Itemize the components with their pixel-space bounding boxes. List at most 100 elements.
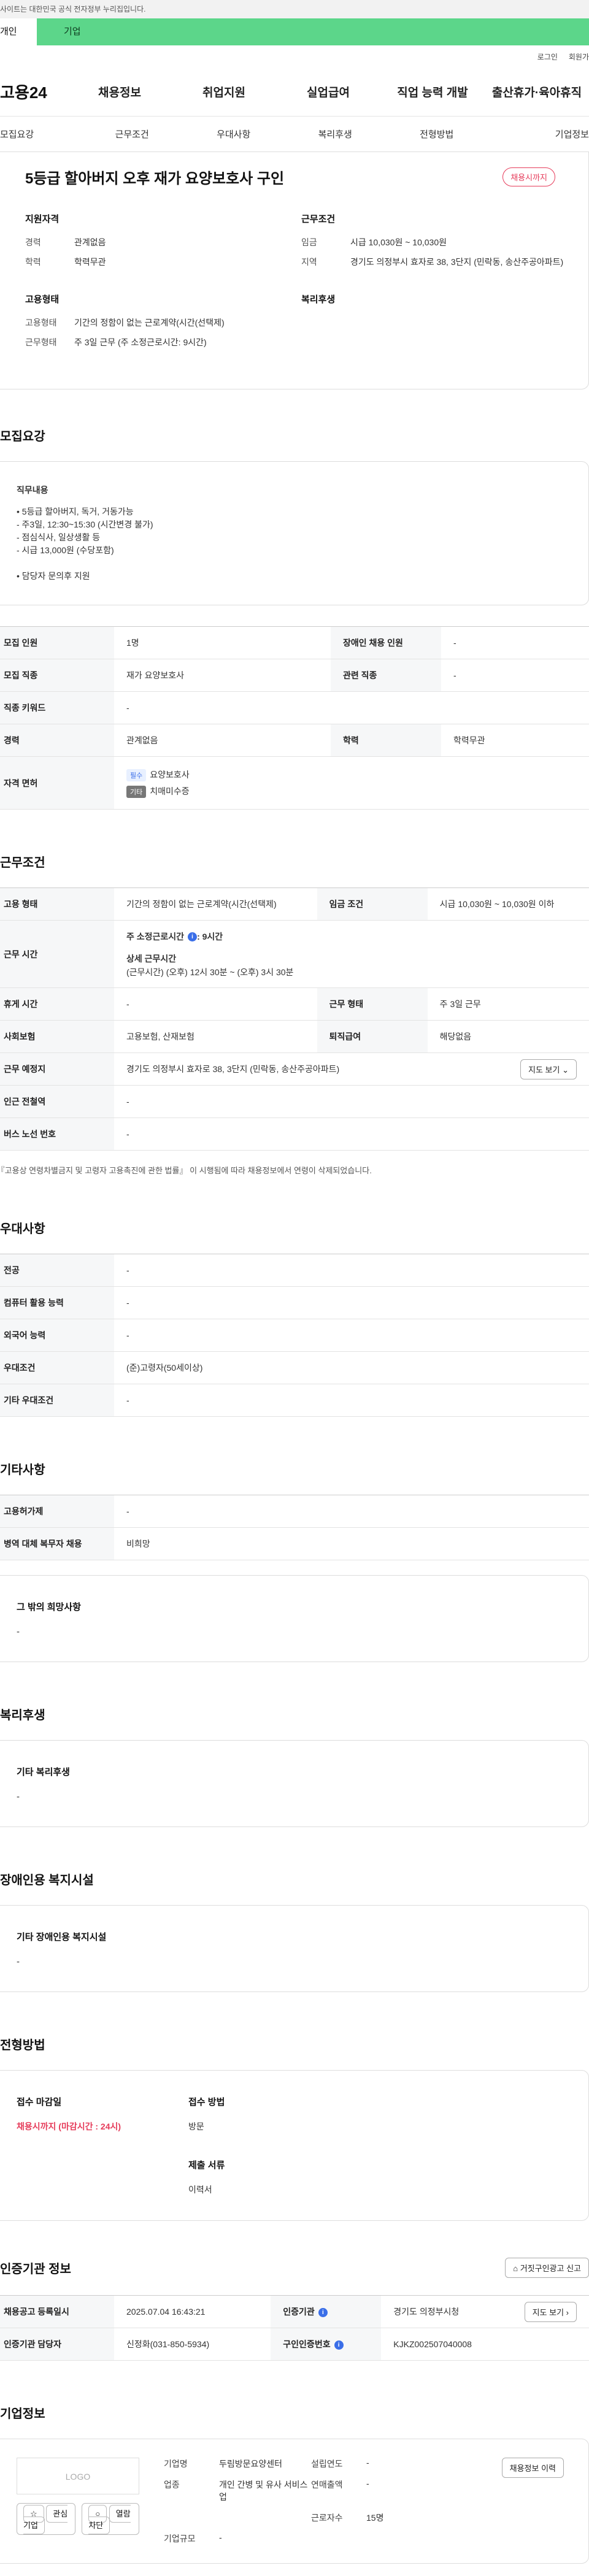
table-cell: - bbox=[114, 1117, 589, 1151]
info-value: 두림방문요양센터 bbox=[219, 2459, 283, 2469]
table-row: 채용공고 등록일시 2025.07.04 16:43:21 인증기관 i 경기도 … bbox=[0, 2295, 589, 2328]
summary-key: 임금 bbox=[301, 237, 317, 247]
report-false-ad-button[interactable]: ⌂ 거짓구인광고 신고 bbox=[505, 2258, 589, 2278]
table-cell: 관계없음 bbox=[114, 724, 331, 757]
summary-value: 시급 10,030원 ~ 10,030원 bbox=[350, 237, 447, 247]
info-value: - bbox=[219, 2532, 222, 2542]
table-cell: - bbox=[114, 987, 317, 1021]
other-wishes-card: 그 밖의 희망사항 - bbox=[0, 1575, 589, 1662]
table-header-cell: 사회보험 bbox=[0, 1020, 114, 1053]
summary-heading: 지원자격 bbox=[25, 214, 60, 224]
gnb-item-leave[interactable]: 출산휴가·육아휴직 bbox=[485, 83, 589, 100]
table-row: 인근 전철역 - bbox=[0, 1085, 589, 1118]
signup-link[interactable]: 회원가 bbox=[569, 52, 589, 62]
info-icon[interactable]: i bbox=[318, 2307, 328, 2317]
table-cell: - bbox=[114, 1254, 589, 1287]
map-button[interactable]: 지도 보기 ⌄ bbox=[520, 1059, 577, 1079]
desc-spacer bbox=[17, 557, 564, 570]
docs-value: 이력서 bbox=[188, 2185, 212, 2195]
info-key: 근로자수 bbox=[311, 2513, 343, 2523]
section-title-welfare: 복리후생 bbox=[0, 1709, 45, 1722]
global-nav: 고용24 채용정보 취업지원 실업급여 직업 능력 개발 출산휴가·육아휴직 bbox=[0, 67, 589, 117]
table-row: 고용허가제 - bbox=[0, 1495, 589, 1528]
table-row: 인증기관 담당자 신정화(031-850-5934) 구인인증번호 i KJKZ0… bbox=[0, 2328, 589, 2361]
table-cell: - bbox=[441, 659, 589, 692]
desc-line: • 담당자 문의후 지원 bbox=[17, 571, 90, 581]
summary-welfare: 복리후생 bbox=[301, 293, 577, 356]
subnav-pref[interactable]: 우대사항 bbox=[183, 128, 285, 140]
info-value: 개인 간병 및 유사 서비스업 bbox=[219, 2480, 308, 2502]
work-time-detail: (근무시간) (오후) 12시 30분 ~ (오후) 3시 30분 bbox=[126, 967, 294, 977]
gnb-item-jobs[interactable]: 채용정보 bbox=[67, 83, 172, 100]
top-links: 로그인 회원가 bbox=[0, 45, 589, 67]
gnb-item-training[interactable]: 직업 능력 개발 bbox=[380, 83, 485, 100]
summary-conditions: 근무조건 임금 시급 10,030원 ~ 10,030원 지역 경기도 의정부시 효… bbox=[301, 212, 577, 275]
table-header-cell: 채용공고 등록일시 bbox=[0, 2295, 114, 2328]
info-value: - bbox=[366, 2458, 369, 2467]
welfare-card: 기타 복리후생 - bbox=[0, 1740, 589, 1827]
cert-table: 채용공고 등록일시 2025.07.04 16:43:21 인증기관 i 경기도 … bbox=[0, 2295, 589, 2361]
info-icon[interactable]: i bbox=[188, 932, 198, 942]
table-row: 버스 노선 번호 - bbox=[0, 1117, 589, 1151]
table-header-cell: 병역 대체 복무자 채용 bbox=[0, 1527, 114, 1560]
license-name: 치매미수증 bbox=[150, 786, 190, 796]
table-cell: 학력무관 bbox=[441, 724, 589, 757]
table-row: 우대조건 (준)고령자(50세이상) bbox=[0, 1351, 589, 1384]
card-value: - bbox=[17, 1957, 20, 1967]
job-summary-card: 5등급 할아버지 오후 재가 요양보호사 구인 채용시까지 지원자격 경력 관계없… bbox=[0, 152, 589, 389]
table-row: 모집 직종 재가 요양보호사 관련 직종 - bbox=[0, 659, 589, 692]
block-view-button[interactable]: ○ 열람차단 bbox=[82, 2503, 139, 2535]
table-header-cell: 자격 면허 bbox=[0, 756, 114, 810]
gnb-item-unemployment[interactable]: 실업급여 bbox=[276, 83, 380, 100]
table-cell: 재가 요양보호사 bbox=[114, 659, 331, 692]
table-cell: - bbox=[114, 691, 589, 724]
summary-key: 근무형태 bbox=[25, 337, 57, 347]
info-key: 기업규모 bbox=[164, 2534, 196, 2543]
table-row: 사회보험 고용보험, 산재보험 퇴직급여 해당없음 bbox=[0, 1020, 589, 1053]
card-heading: 그 밖의 희망사항 bbox=[17, 1602, 81, 1612]
table-cell: KJKZ002507040008 bbox=[381, 2328, 589, 2361]
license-cell: 필수 요양보호사 기타 치매미수증 bbox=[114, 756, 589, 810]
info-icon[interactable]: i bbox=[334, 2340, 344, 2350]
table-header-cell: 구인인증번호 i bbox=[271, 2328, 382, 2361]
favorite-company-button[interactable]: ☆ 관심기업 bbox=[17, 2503, 76, 2535]
summary-key: 학력 bbox=[25, 257, 41, 267]
table-row: 근무 시간 주 소정근로시간 i: 9시간 상세 근무시간 (근무시간) (오후)… bbox=[0, 920, 589, 988]
section-title-etc: 기타사항 bbox=[0, 1463, 45, 1477]
house-icon: ⌂ bbox=[513, 2264, 518, 2273]
subnav-work[interactable]: 근무조건 bbox=[81, 128, 183, 140]
company-logo: LOGO bbox=[17, 2458, 139, 2494]
gnb-item-employment-support[interactable]: 취업지원 bbox=[172, 83, 276, 100]
login-link[interactable]: 로그인 bbox=[537, 52, 558, 62]
table-row: 병역 대체 복무자 채용 비희망 bbox=[0, 1527, 589, 1560]
desc-line: - 시급 13,000원 (수당포함) bbox=[17, 545, 114, 555]
disabled-facility-card: 기타 장애인용 복지시설 - bbox=[0, 1905, 589, 1992]
table-header-cell: 전공 bbox=[0, 1254, 114, 1287]
table-cell: - bbox=[441, 626, 589, 659]
site-logo[interactable]: 고용24 bbox=[0, 80, 67, 103]
job-history-button[interactable]: 채용정보 이력 bbox=[501, 2458, 564, 2478]
subnav-company[interactable]: 기업정보 bbox=[487, 128, 589, 140]
table-header-cell: 근무 시간 bbox=[0, 920, 114, 988]
section-title-work: 근무조건 bbox=[0, 856, 45, 870]
subnav-apply[interactable]: 전형방법 bbox=[386, 128, 488, 140]
info-key: 설립연도 bbox=[311, 2459, 343, 2469]
table-row: 외국어 능력 - bbox=[0, 1319, 589, 1352]
subnav-welfare[interactable]: 복리후생 bbox=[284, 128, 386, 140]
table-row: 컴퓨터 활용 능력 - bbox=[0, 1286, 589, 1319]
apply-card: 접수 마감일 채용시까지 (마감시간 : 24시) 접수 방법 방문 제출 서류… bbox=[0, 2070, 589, 2221]
cert-agency: 경기도 의정부시청 bbox=[393, 2307, 460, 2317]
table-header-cell: 기타 우대조건 bbox=[0, 1384, 114, 1417]
required-badge: 필수 bbox=[126, 769, 147, 781]
summary-value: 관계없음 bbox=[74, 237, 106, 247]
tab-corporate[interactable]: 기업 bbox=[37, 18, 589, 45]
table-row: 전공 - bbox=[0, 1254, 589, 1287]
subnav-recruit[interactable]: 모집요강 bbox=[0, 128, 81, 140]
tab-individual[interactable]: 개인 bbox=[0, 18, 37, 45]
desc-line: • 5등급 할아버지, 독거, 거동가능 bbox=[17, 507, 134, 516]
method-value: 방문 bbox=[188, 2122, 204, 2131]
table-cell: - bbox=[114, 1085, 589, 1118]
summary-value: 기간의 정함이 없는 근로계약(시간(선택제) bbox=[74, 318, 225, 328]
summary-key: 고용형태 bbox=[25, 318, 57, 328]
cert-map-button[interactable]: 지도 보기 › bbox=[524, 2301, 577, 2322]
